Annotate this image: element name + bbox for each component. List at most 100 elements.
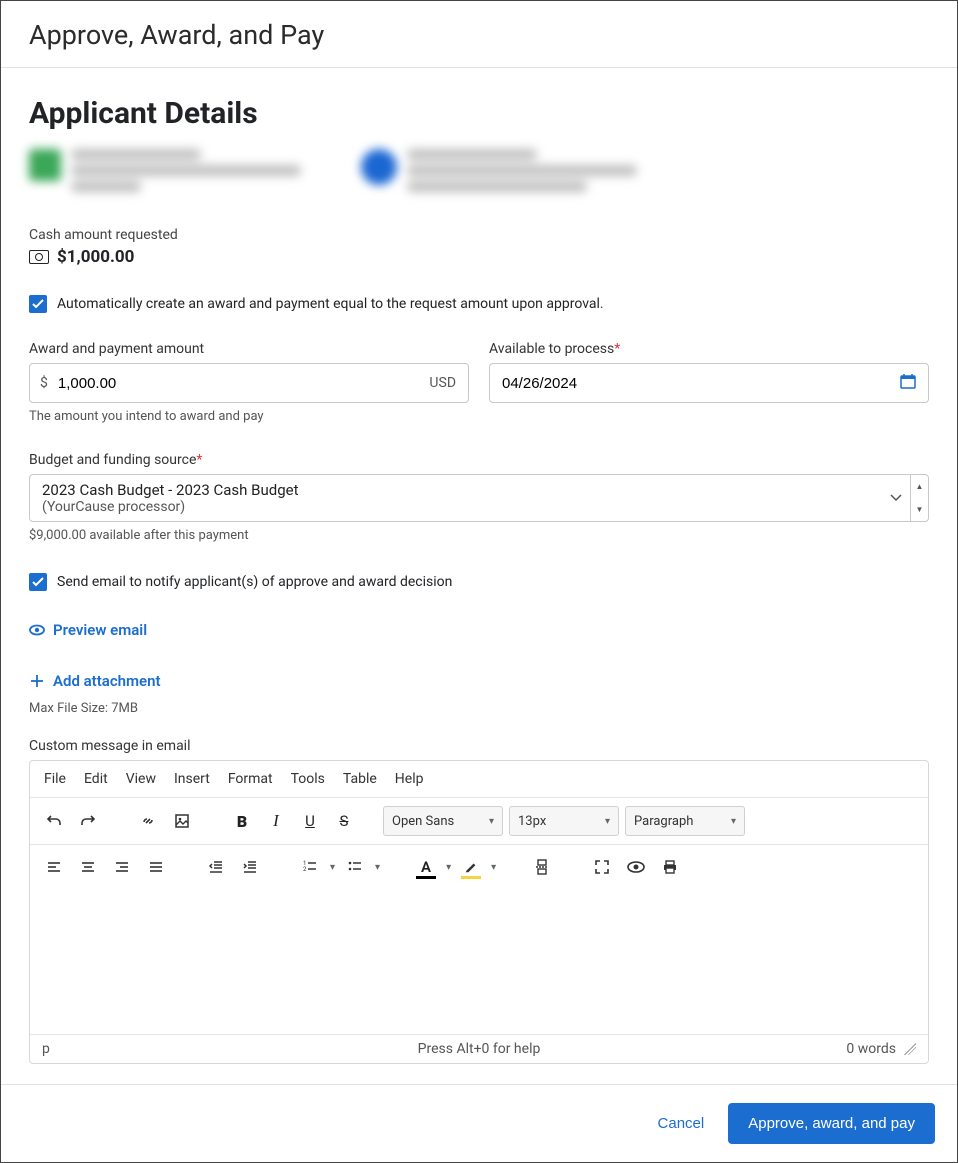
editor-toolbar-2: 12 ▾ ▾ A ▾ ▾ <box>30 844 928 889</box>
custom-message-label: Custom message in email <box>29 738 929 754</box>
cash-amount: $1,000.00 <box>57 247 134 267</box>
indent-icon[interactable] <box>236 853 264 881</box>
highlight-color-dropdown[interactable]: ▾ <box>491 862 496 873</box>
person-name-redacted <box>407 149 537 160</box>
block-format-select[interactable]: Paragraph▾ <box>625 806 745 836</box>
italic-icon[interactable]: I <box>262 807 290 835</box>
preview-email-button[interactable]: Preview email <box>29 621 147 639</box>
currency-prefix: $ <box>30 375 58 391</box>
cash-requested-value: $1,000.00 <box>29 247 929 267</box>
outdent-icon[interactable] <box>202 853 230 881</box>
text-color-dropdown[interactable]: ▾ <box>446 862 451 873</box>
available-date-input[interactable] <box>490 364 888 402</box>
align-left-icon[interactable] <box>40 853 68 881</box>
preview-icon[interactable] <box>622 853 650 881</box>
menu-format[interactable]: Format <box>228 771 273 787</box>
budget-field: Budget and funding source* 2023 Cash Bud… <box>29 452 929 543</box>
auto-create-row: Automatically create an award and paymen… <box>29 295 929 313</box>
menu-tools[interactable]: Tools <box>291 771 325 787</box>
numbered-list-icon[interactable]: 12 <box>296 853 324 881</box>
modal-body: Applicant Details Cash amount <box>1 68 957 1084</box>
award-amount-hint: The amount you intend to award and pay <box>29 409 469 424</box>
editor-toolbar-1: B I U S Open Sans▾ 13px▾ Paragraph▾ <box>30 797 928 844</box>
editor-path[interactable]: p <box>42 1041 50 1057</box>
undo-icon[interactable] <box>40 807 68 835</box>
editor-content-area[interactable] <box>30 889 928 1034</box>
budget-spinner: ▲ ▼ <box>910 475 928 521</box>
preview-email-section: Preview email <box>29 621 929 642</box>
pagebreak-icon[interactable] <box>528 853 556 881</box>
menu-edit[interactable]: Edit <box>84 771 108 787</box>
image-icon[interactable] <box>168 807 196 835</box>
notify-label: Send email to notify applicant(s) of app… <box>57 574 452 590</box>
align-justify-icon[interactable] <box>142 853 170 881</box>
add-attachment-button[interactable]: Add attachment <box>29 672 161 690</box>
notify-checkbox[interactable] <box>29 573 47 591</box>
cancel-button[interactable]: Cancel <box>654 1107 709 1140</box>
person-card <box>361 149 637 197</box>
calendar-icon[interactable] <box>888 373 928 393</box>
auto-create-checkbox[interactable] <box>29 295 47 313</box>
required-asterisk: * <box>196 452 202 468</box>
page-heading: Applicant Details <box>29 96 929 131</box>
org-avatar <box>29 149 61 181</box>
align-right-icon[interactable] <box>108 853 136 881</box>
person-avatar <box>361 149 397 185</box>
text-color-icon[interactable]: A <box>412 853 440 881</box>
bold-icon[interactable]: B <box>228 807 256 835</box>
budget-selected-line1: 2023 Cash Budget - 2023 Cash Budget <box>42 481 870 499</box>
strikethrough-icon[interactable]: S <box>330 807 358 835</box>
font-family-value: Open Sans <box>392 814 454 829</box>
resize-handle-icon[interactable] <box>904 1043 916 1055</box>
plus-icon <box>29 673 45 689</box>
budget-select[interactable]: 2023 Cash Budget - 2023 Cash Budget (You… <box>29 474 929 522</box>
budget-available-hint: $9,000.00 available after this payment <box>29 528 929 543</box>
print-icon[interactable] <box>656 853 684 881</box>
person-email-redacted <box>407 181 587 192</box>
editor-word-count: 0 words <box>846 1041 896 1057</box>
spinner-up[interactable]: ▲ <box>911 475 928 498</box>
editor-menubar: File Edit View Insert Format Tools Table… <box>30 761 928 797</box>
cash-requested-block: Cash amount requested $1,000.00 <box>29 227 929 267</box>
notify-row: Send email to notify applicant(s) of app… <box>29 573 929 591</box>
modal-footer: Cancel Approve, award, and pay <box>1 1084 957 1162</box>
numbered-list-dropdown[interactable]: ▾ <box>330 862 335 873</box>
menu-table[interactable]: Table <box>343 771 377 787</box>
link-icon[interactable] <box>134 807 162 835</box>
spinner-down[interactable]: ▼ <box>911 498 928 521</box>
font-size-value: 13px <box>518 814 546 829</box>
font-size-select[interactable]: 13px▾ <box>509 806 619 836</box>
chevron-down-icon <box>882 475 910 521</box>
award-amount-input[interactable] <box>58 364 418 402</box>
menu-insert[interactable]: Insert <box>174 771 210 787</box>
underline-icon[interactable]: U <box>296 807 324 835</box>
person-address-redacted <box>407 165 637 176</box>
fullscreen-icon[interactable] <box>588 853 616 881</box>
modal-header: Approve, Award, and Pay <box>1 1 957 68</box>
align-center-icon[interactable] <box>74 853 102 881</box>
bullet-list-icon[interactable] <box>341 853 369 881</box>
attachment-section: Add attachment Max File Size: 7MB <box>29 672 929 716</box>
approve-award-pay-button[interactable]: Approve, award, and pay <box>728 1103 935 1144</box>
org-name-redacted <box>71 149 201 160</box>
bullet-list-dropdown[interactable]: ▾ <box>375 862 380 873</box>
menu-view[interactable]: View <box>126 771 156 787</box>
font-family-select[interactable]: Open Sans▾ <box>383 806 503 836</box>
check-icon <box>32 299 44 309</box>
menu-file[interactable]: File <box>44 771 66 787</box>
required-asterisk: * <box>614 341 620 357</box>
budget-selected-line2: (YourCause processor) <box>42 499 870 515</box>
menu-help[interactable]: Help <box>395 771 424 787</box>
org-address-redacted <box>71 165 301 176</box>
editor-help-hint: Press Alt+0 for help <box>418 1041 541 1057</box>
available-date-input-wrap <box>489 363 929 403</box>
available-date-field: Available to process* <box>489 341 929 424</box>
org-id-redacted <box>71 181 141 192</box>
cash-requested-label: Cash amount requested <box>29 227 929 243</box>
redo-icon[interactable] <box>74 807 102 835</box>
eye-icon <box>29 622 45 638</box>
cash-icon <box>29 250 49 264</box>
preview-email-label: Preview email <box>53 621 147 639</box>
rich-text-editor: File Edit View Insert Format Tools Table… <box>29 760 929 1064</box>
highlight-color-icon[interactable] <box>457 853 485 881</box>
